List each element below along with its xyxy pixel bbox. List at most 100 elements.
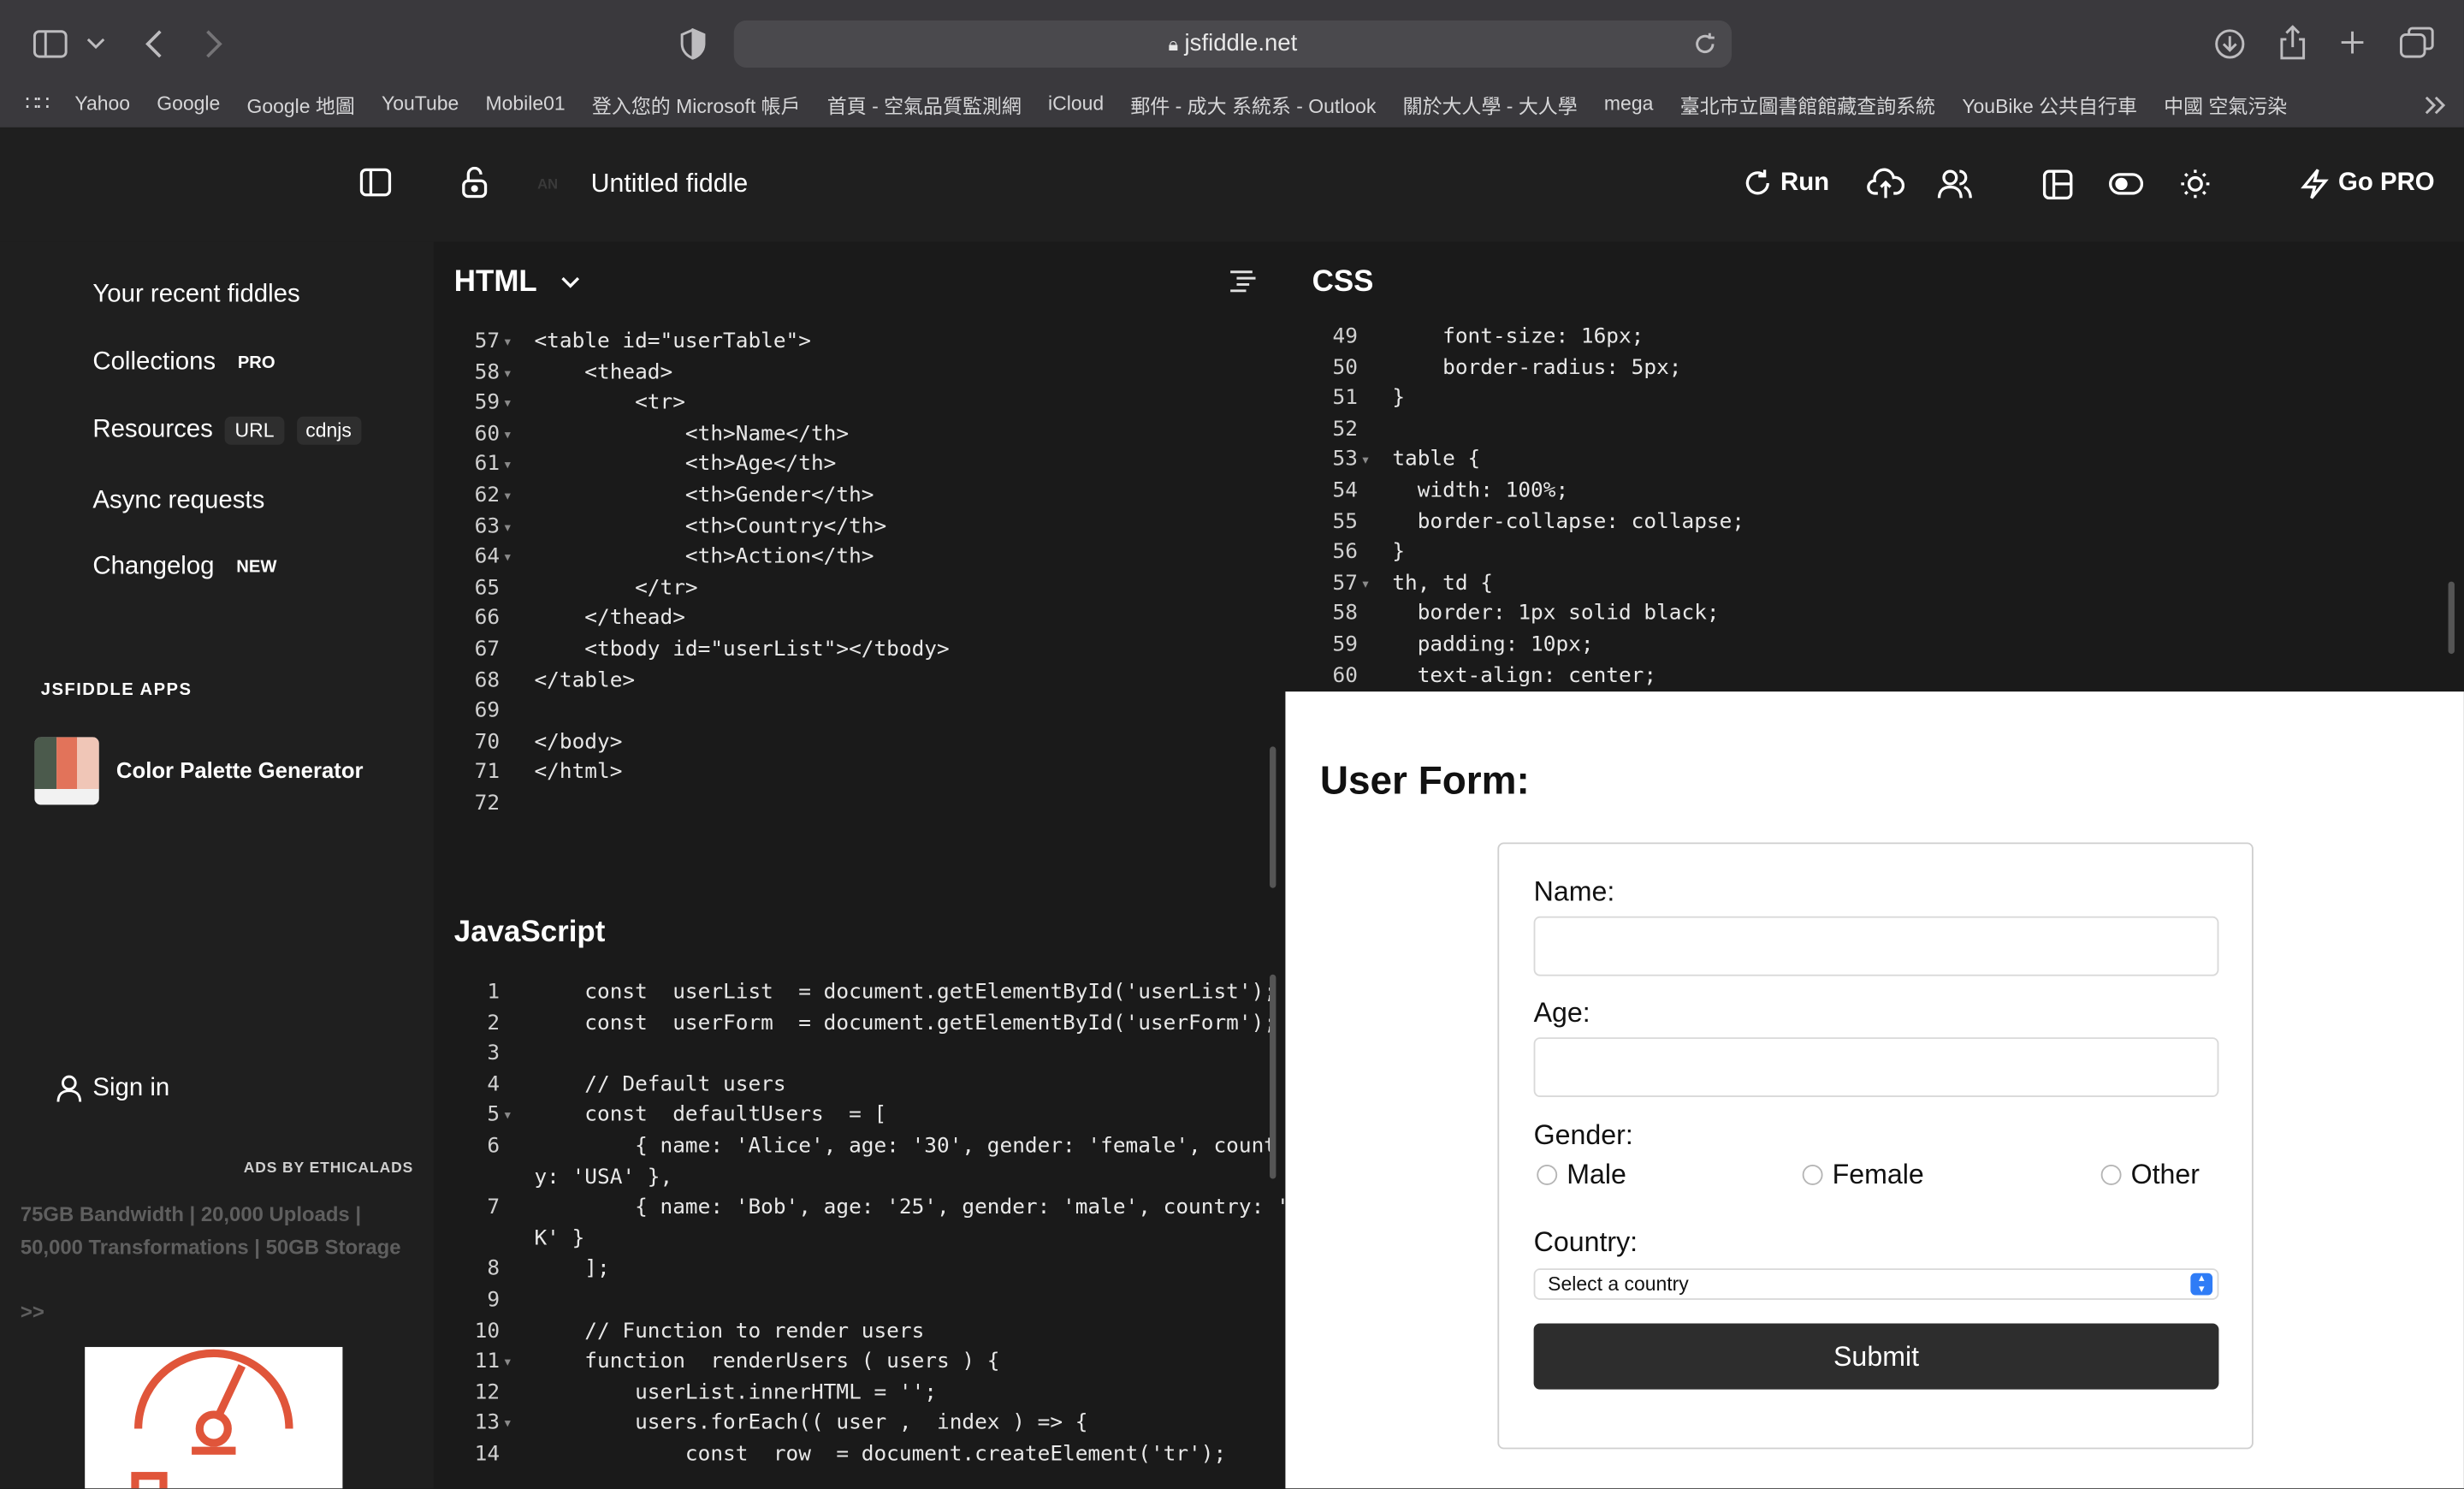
js-scrollbar[interactable] xyxy=(1270,974,1276,1179)
more-bookmarks-icon[interactable] xyxy=(2420,92,2452,120)
bookmark-item[interactable]: 首頁 - 空氣品質監測網 xyxy=(827,89,1022,119)
theme-sun-icon[interactable] xyxy=(2180,169,2212,200)
ads-label: ADS BY ETHICALADS xyxy=(243,1160,414,1178)
code-line: th, td { xyxy=(1392,572,1493,596)
fold-toggle-icon[interactable]: ▾ xyxy=(505,1356,511,1370)
html-code-editor[interactable]: 57 ▾ <table id="userTable"> 58 ▾ <thead> 59 ▾ … xyxy=(456,330,1273,833)
gender-male-option[interactable]: Male xyxy=(1537,1159,1626,1192)
cdnjs-chip[interactable]: cdnjs xyxy=(296,416,361,445)
chevron-down-icon[interactable] xyxy=(560,276,579,289)
toggle-icon[interactable] xyxy=(2109,173,2144,195)
gender-female-option[interactable]: Female xyxy=(1802,1159,1924,1192)
color-palette-app[interactable]: Color Palette Generator xyxy=(34,736,380,805)
ad-image[interactable] xyxy=(85,1347,343,1489)
fold-toggle-icon[interactable]: ▾ xyxy=(1362,577,1368,591)
code-line: border: 1px solid black; xyxy=(1392,602,1720,626)
sidebar-item-resources[interactable]: Resources URL cdnjs xyxy=(92,416,361,445)
line-number: 57 xyxy=(474,329,500,354)
js-code-editor[interactable]: 1 const userList = document.getElementBy… xyxy=(456,981,1286,1488)
js-panel-title[interactable]: JavaScript xyxy=(454,917,606,951)
ad-text[interactable]: 75GB Bandwidth | 20,000 Uploads | 50,000… xyxy=(21,1198,406,1264)
bookmark-item[interactable]: 關於大人學 - 大人學 xyxy=(1403,89,1578,119)
radio-other[interactable] xyxy=(2100,1164,2122,1185)
upload-cloud-icon[interactable] xyxy=(1867,168,1905,200)
forward-icon[interactable] xyxy=(198,25,229,62)
sign-in-link[interactable]: Sign in xyxy=(56,1075,169,1103)
line-number: 7 xyxy=(487,1196,500,1220)
avatar[interactable]: AN xyxy=(537,176,558,192)
html-scrollbar[interactable] xyxy=(1270,746,1276,888)
share-icon[interactable] xyxy=(2276,22,2310,63)
bookmark-item[interactable]: 中國 空氣污染 xyxy=(2164,89,2287,119)
other-label: Other xyxy=(2130,1158,2200,1190)
fiddle-title[interactable]: Untitled fiddle xyxy=(591,169,749,199)
bookmark-item[interactable]: 臺北市立圖書館館藏查詢系統 xyxy=(1680,89,1935,119)
css-panel-title[interactable]: CSS xyxy=(1312,265,1374,300)
country-select[interactable]: Select a country ▴ ▾ xyxy=(1533,1268,2219,1300)
select-arrows-icon: ▴ ▾ xyxy=(2190,1272,2213,1296)
sidebar-item-changelog[interactable]: Changelog NEW xyxy=(92,554,276,582)
sidebar-toggle-icon[interactable] xyxy=(32,27,69,61)
age-input[interactable] xyxy=(1533,1037,2219,1098)
fold-toggle-icon[interactable]: ▾ xyxy=(505,458,511,472)
sidebar-item-async[interactable]: Async requests xyxy=(92,487,264,515)
sidebar-item-label: Changelog xyxy=(92,553,215,580)
address-bar[interactable]: 🔒︎ jsfiddle.net xyxy=(733,20,1732,68)
reload-icon[interactable] xyxy=(1691,30,1719,58)
bookmark-item[interactable]: mega xyxy=(1604,92,1653,115)
code-line: } xyxy=(1392,541,1406,565)
ad-more-link[interactable]: >> xyxy=(21,1300,44,1324)
layout-icon[interactable] xyxy=(2042,169,2073,200)
fold-toggle-icon[interactable]: ▾ xyxy=(505,519,511,534)
submit-button[interactable]: Submit xyxy=(1533,1323,2219,1390)
tab-overview-icon[interactable] xyxy=(2398,25,2436,59)
radio-male[interactable] xyxy=(1537,1164,1558,1185)
line-number: 54 xyxy=(1332,479,1358,503)
toggle-sidebar-icon[interactable] xyxy=(359,167,392,199)
sidebar-item-recent[interactable]: Your recent fiddles xyxy=(92,282,299,310)
code-line: </html> xyxy=(534,761,623,786)
fold-toggle-icon[interactable]: ▾ xyxy=(505,550,511,565)
line-number: 55 xyxy=(1332,510,1358,534)
fold-toggle-icon[interactable]: ▾ xyxy=(505,1417,511,1432)
back-icon[interactable] xyxy=(139,25,170,62)
bookmark-item[interactable]: 登入您的 Microsoft 帳戶 xyxy=(592,89,801,119)
url-chip[interactable]: URL xyxy=(225,416,284,445)
chevron-down-icon[interactable] xyxy=(85,28,107,60)
go-pro-button[interactable]: Go PRO xyxy=(2301,169,2435,200)
bookmark-item[interactable]: 郵件 - 成大 系統系 - Outlook xyxy=(1130,89,1376,119)
unlock-icon[interactable] xyxy=(460,166,489,199)
gender-label: Gender: xyxy=(1533,1118,1633,1151)
new-tab-icon[interactable] xyxy=(2337,27,2368,58)
bookmark-item[interactable]: YouBike 公共自行車 xyxy=(1962,89,2137,119)
bookmark-item[interactable]: YouTube xyxy=(382,92,459,115)
sidebar-item-collections[interactable]: Collections PRO xyxy=(92,349,275,377)
css-code-editor[interactable]: 49 font-size: 16px; 50 border-radius: 5px… xyxy=(1298,325,2445,691)
html-panel-title[interactable]: HTML xyxy=(454,265,579,300)
download-icon[interactable] xyxy=(2211,25,2248,62)
name-input[interactable] xyxy=(1533,916,2219,976)
format-code-icon[interactable] xyxy=(1229,267,1257,303)
fold-toggle-icon[interactable]: ▾ xyxy=(505,335,511,349)
radio-female[interactable] xyxy=(1802,1164,1823,1185)
fold-toggle-icon[interactable]: ▾ xyxy=(505,396,511,411)
bookmark-item[interactable]: Mobile01 xyxy=(486,92,566,115)
bookmark-item[interactable]: iCloud xyxy=(1048,92,1104,115)
run-button[interactable]: Run xyxy=(1743,169,1829,199)
fold-toggle-icon[interactable]: ▾ xyxy=(1362,454,1368,468)
shield-icon[interactable] xyxy=(676,27,710,61)
line-number: 13 xyxy=(474,1412,500,1436)
css-scrollbar[interactable] xyxy=(2448,581,2455,655)
bookmark-item[interactable]: Google xyxy=(157,92,220,115)
fold-toggle-icon[interactable]: ▾ xyxy=(505,1109,511,1124)
fold-toggle-icon[interactable]: ▾ xyxy=(505,365,511,380)
fold-toggle-icon[interactable]: ▾ xyxy=(505,427,511,442)
apps-grid-icon[interactable]: ∷∷ xyxy=(25,92,49,116)
bookmark-item[interactable]: Yahoo xyxy=(74,92,130,115)
sidebar-item-label: Async requests xyxy=(92,487,265,514)
bookmark-item[interactable]: Google 地圖 xyxy=(247,89,355,119)
fold-toggle-icon[interactable]: ▾ xyxy=(505,489,511,503)
collaborate-icon[interactable] xyxy=(1936,169,1974,200)
line-number: 59 xyxy=(474,391,500,416)
gender-other-option[interactable]: Other xyxy=(2100,1158,2200,1192)
